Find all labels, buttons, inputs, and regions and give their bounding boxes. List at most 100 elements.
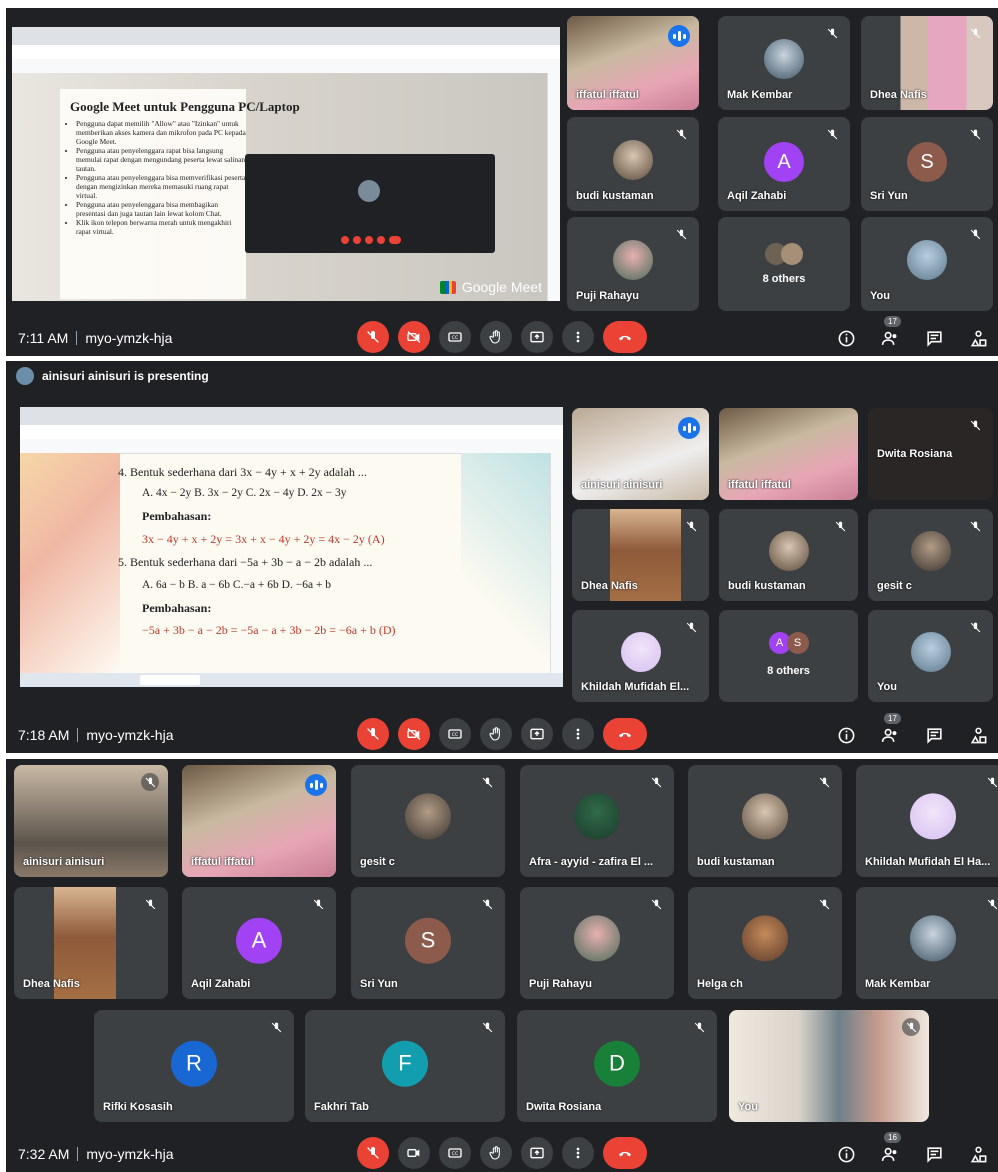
participant-tile[interactable]: Afra - ayyid - zafira El ... [520, 765, 674, 877]
participant-tile[interactable]: Helga ch [688, 887, 842, 999]
captions-icon: CC [448, 1148, 462, 1158]
self-tile[interactable]: You [729, 1010, 929, 1122]
participant-tile[interactable]: A Aqil Zahabi [182, 887, 336, 999]
presenter-avatar [16, 367, 34, 385]
end-call-button[interactable] [603, 321, 647, 353]
mic-toggle-button[interactable] [357, 718, 389, 750]
participant-name: budi kustaman [697, 856, 775, 868]
captions-button[interactable]: CC [439, 718, 471, 750]
presenting-text: ainisuri ainisuri is presenting [42, 369, 209, 383]
mic-toggle-button[interactable] [357, 1137, 389, 1169]
participant-tile[interactable]: Mak Kembar [856, 887, 998, 999]
activities-button[interactable] [968, 1144, 988, 1164]
camera-icon [407, 1149, 420, 1157]
participant-tile[interactable]: ainisuri ainisuri [572, 408, 709, 500]
participant-tile[interactable]: Khildah Mufidah El Ha... [856, 765, 998, 877]
participant-name: Dhea Nafis [581, 580, 638, 592]
more-vert-icon [576, 728, 580, 740]
captions-button[interactable]: CC [439, 321, 471, 353]
activities-button[interactable] [968, 725, 988, 745]
info-button[interactable] [836, 725, 856, 745]
participant-tile[interactable]: S Sri Yun [861, 117, 993, 211]
profile-photo-avatar [405, 793, 451, 840]
end-call-button[interactable] [603, 718, 647, 750]
raise-hand-button[interactable] [480, 321, 512, 353]
others-tile[interactable]: A S 8 others [719, 610, 858, 702]
participant-name: Aqil Zahabi [727, 190, 787, 202]
participant-tile[interactable]: gesit c [868, 509, 993, 601]
self-tile[interactable]: You [861, 217, 993, 311]
participant-tile[interactable]: Dhea Nafis [14, 887, 168, 999]
participant-tile[interactable]: iffatul iffatul [182, 765, 336, 877]
participant-name: Sri Yun [360, 978, 398, 990]
participant-name: Fakhri Tab [314, 1101, 369, 1113]
participant-tile[interactable]: iffatul iffatul [719, 408, 858, 500]
people-button[interactable]: 17 [880, 713, 901, 745]
participant-tile[interactable]: budi kustaman [567, 117, 699, 211]
info-button[interactable] [836, 1144, 856, 1164]
hand-icon [489, 330, 500, 344]
participant-tile[interactable]: Dwita Rosiana [868, 408, 993, 500]
participant-tile[interactable]: S Sri Yun [351, 887, 505, 999]
browser-address-bar[interactable] [20, 425, 563, 440]
chat-button[interactable] [924, 328, 944, 348]
mic-off-icon [672, 125, 690, 143]
end-call-button[interactable] [603, 1137, 647, 1169]
present-icon [530, 1147, 544, 1159]
more-options-button[interactable] [562, 1137, 594, 1169]
svg-text:CC: CC [452, 1151, 459, 1157]
present-button[interactable] [521, 321, 553, 353]
captions-icon: CC [448, 332, 462, 342]
chat-button[interactable] [924, 1144, 944, 1164]
participant-name: Afra - ayyid - zafira El ... [529, 856, 654, 868]
people-button[interactable]: 17 [880, 316, 901, 348]
mic-off-icon [478, 773, 496, 791]
browser-address-bar[interactable] [12, 45, 560, 60]
taskbar-search[interactable] [140, 675, 200, 685]
participant-tile[interactable]: Dhea Nafis [861, 16, 993, 110]
participant-tile[interactable]: iffatul iffatul [567, 16, 699, 110]
participant-tile[interactable]: Mak Kembar [718, 16, 850, 110]
participant-tile[interactable]: ainisuri ainisuri [14, 765, 168, 877]
mic-off-icon [682, 618, 700, 636]
participant-tile[interactable]: budi kustaman [688, 765, 842, 877]
profile-photo-avatar [910, 793, 956, 840]
activities-button[interactable] [968, 328, 988, 348]
participant-tile[interactable]: Puji Rahayu [520, 887, 674, 999]
participant-tile[interactable]: A Aqil Zahabi [718, 117, 850, 211]
participant-tile[interactable]: budi kustaman [719, 509, 858, 601]
more-options-button[interactable] [562, 321, 594, 353]
participant-tile[interactable]: Puji Rahayu [567, 217, 699, 311]
participant-tile[interactable]: gesit c [351, 765, 505, 877]
self-tile[interactable]: You [868, 610, 993, 702]
chat-button[interactable] [924, 725, 944, 745]
participant-tile[interactable]: Dhea Nafis [572, 509, 709, 601]
mic-toggle-button[interactable] [357, 321, 389, 353]
mic-off-icon [966, 416, 984, 434]
more-options-button[interactable] [562, 718, 594, 750]
participant-name: Sri Yun [870, 190, 908, 202]
others-tile[interactable]: 8 others [718, 217, 850, 311]
participant-tile[interactable]: Khildah Mufidah El... [572, 610, 709, 702]
info-button[interactable] [836, 328, 856, 348]
present-button[interactable] [521, 718, 553, 750]
participant-name: ainisuri ainisuri [581, 479, 663, 491]
camera-toggle-button[interactable] [398, 718, 430, 750]
people-icon [881, 1147, 896, 1161]
mic-off-icon [823, 125, 841, 143]
mic-off-icon [902, 1018, 920, 1036]
others-label: 8 others [762, 273, 806, 285]
camera-toggle-button[interactable] [398, 1137, 430, 1169]
raise-hand-button[interactable] [480, 1137, 512, 1169]
captions-button[interactable]: CC [439, 1137, 471, 1169]
participant-name: iffatul iffatul [191, 856, 254, 868]
mic-off-icon [309, 895, 327, 913]
camera-toggle-button[interactable] [398, 321, 430, 353]
meet-screenshot-2: ainisuri ainisuri is presenting 4. Bentu… [6, 361, 998, 753]
participant-tile[interactable]: D Dwita Rosiana [517, 1010, 717, 1122]
present-button[interactable] [521, 1137, 553, 1169]
participant-tile[interactable]: F Fakhri Tab [305, 1010, 505, 1122]
participant-tile[interactable]: R Rifki Kosasih [94, 1010, 294, 1122]
raise-hand-button[interactable] [480, 718, 512, 750]
people-button[interactable]: 16 [880, 1132, 901, 1164]
